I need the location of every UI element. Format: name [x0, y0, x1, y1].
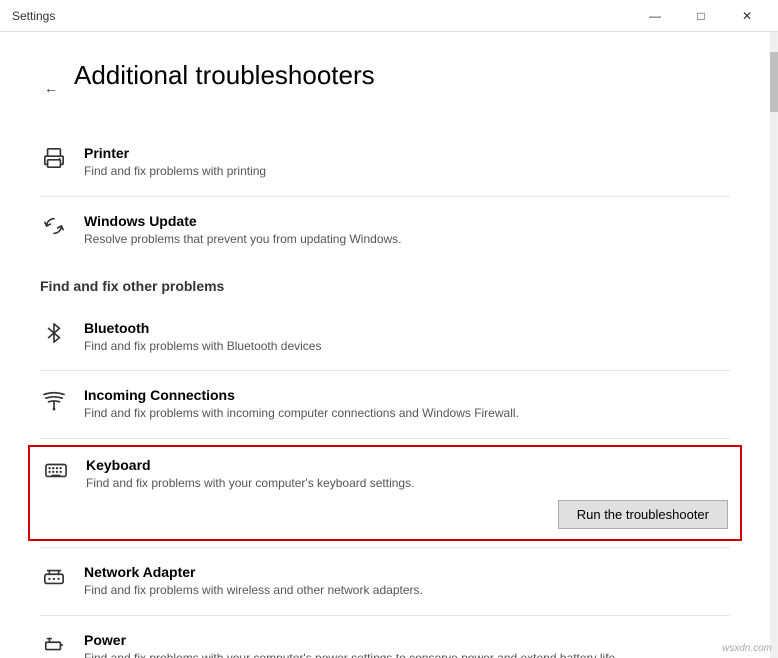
network-adapter-icon [40, 564, 68, 588]
back-button[interactable]: ← [40, 76, 62, 100]
windows-update-text: Windows Update Resolve problems that pre… [84, 213, 730, 248]
scrollbar-thumb[interactable] [770, 52, 778, 112]
other-problems-header: Find and fix other problems [40, 278, 730, 294]
network-adapter-desc: Find and fix problems with wireless and … [84, 582, 730, 599]
main-panel: ← Additional troubleshooters Printer Fin… [0, 32, 770, 658]
run-troubleshooter-button[interactable]: Run the troubleshooter [558, 500, 728, 529]
troubleshooter-item-network-adapter[interactable]: Network Adapter Find and fix problems wi… [40, 554, 730, 609]
divider-3 [40, 438, 730, 439]
network-adapter-text: Network Adapter Find and fix problems wi… [84, 564, 730, 599]
power-text: Power Find and fix problems with your co… [84, 632, 730, 658]
content-area: ← Additional troubleshooters Printer Fin… [0, 32, 778, 658]
run-btn-row: Run the troubleshooter [86, 500, 728, 529]
troubleshooter-item-printer[interactable]: Printer Find and fix problems with print… [40, 135, 730, 190]
power-icon [40, 632, 68, 656]
title-bar: Settings — □ ✕ [0, 0, 778, 32]
bluetooth-text: Bluetooth Find and fix problems with Blu… [84, 320, 730, 355]
bluetooth-desc: Find and fix problems with Bluetooth dev… [84, 338, 730, 355]
keyboard-desc: Find and fix problems with your computer… [86, 475, 728, 492]
printer-text: Printer Find and fix problems with print… [84, 145, 730, 180]
troubleshooter-item-bluetooth[interactable]: Bluetooth Find and fix problems with Blu… [40, 310, 730, 365]
bluetooth-icon [40, 320, 68, 344]
power-desc: Find and fix problems with your computer… [84, 650, 730, 658]
bluetooth-title: Bluetooth [84, 320, 730, 336]
printer-desc: Find and fix problems with printing [84, 163, 730, 180]
troubleshooter-item-power[interactable]: Power Find and fix problems with your co… [40, 622, 730, 658]
troubleshooter-item-windows-update[interactable]: Windows Update Resolve problems that pre… [40, 203, 730, 258]
page-title: Additional troubleshooters [74, 60, 375, 91]
title-bar-controls: — □ ✕ [632, 0, 770, 32]
power-title: Power [84, 632, 730, 648]
printer-title: Printer [84, 145, 730, 161]
close-button[interactable]: ✕ [724, 0, 770, 32]
troubleshooter-item-incoming-connections[interactable]: Incoming Connections Find and fix proble… [40, 377, 730, 432]
incoming-connections-text: Incoming Connections Find and fix proble… [84, 387, 730, 422]
scrollbar-track[interactable] [770, 32, 778, 658]
windows-update-title: Windows Update [84, 213, 730, 229]
title-bar-left: Settings [12, 9, 55, 23]
incoming-connections-title: Incoming Connections [84, 387, 730, 403]
divider-1 [40, 196, 730, 197]
keyboard-icon [42, 457, 70, 481]
divider-5 [40, 615, 730, 616]
keyboard-title: Keyboard [86, 457, 728, 473]
section-gap [40, 258, 730, 278]
watermark: wsxdn.com [722, 643, 772, 654]
minimize-button[interactable]: — [632, 0, 678, 32]
windows-update-icon [40, 213, 68, 237]
incoming-connections-icon [40, 387, 68, 411]
windows-update-desc: Resolve problems that prevent you from u… [84, 231, 730, 248]
divider-4 [40, 547, 730, 548]
divider-2 [40, 370, 730, 371]
maximize-button[interactable]: □ [678, 0, 724, 32]
incoming-connections-desc: Find and fix problems with incoming comp… [84, 405, 730, 422]
keyboard-text: Keyboard Find and fix problems with your… [86, 457, 728, 529]
title-bar-title: Settings [12, 9, 55, 23]
troubleshooter-item-keyboard[interactable]: Keyboard Find and fix problems with your… [28, 445, 742, 541]
printer-icon [40, 145, 68, 169]
network-adapter-title: Network Adapter [84, 564, 730, 580]
page-header: ← Additional troubleshooters [40, 60, 730, 115]
